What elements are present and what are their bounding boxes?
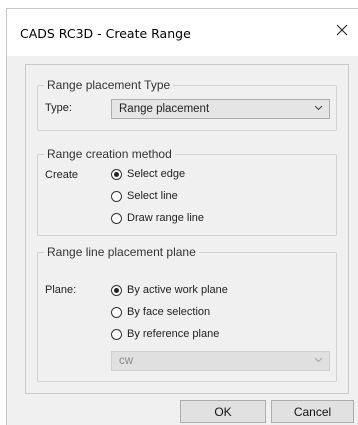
chevron-down-icon bbox=[314, 105, 323, 111]
creation-method-legend: Range creation method bbox=[44, 147, 175, 161]
radio-circle bbox=[111, 284, 122, 296]
radio-reference-plane[interactable]: By reference plane bbox=[111, 328, 219, 340]
radio-selected-dot bbox=[114, 171, 119, 177]
create-label: Create bbox=[45, 169, 79, 181]
close-button[interactable] bbox=[326, 17, 358, 43]
radio-circle bbox=[111, 168, 122, 180]
main-panel: Range placement Type Type: Range placeme… bbox=[25, 64, 349, 394]
placement-type-group: Range placement Type Type: Range placeme… bbox=[37, 78, 337, 131]
radio-selected-dot bbox=[114, 287, 119, 293]
radio-label: Draw range line bbox=[127, 212, 205, 224]
radio-circle bbox=[111, 212, 122, 224]
create-range-dialog: CADS RC3D - Create Range Range placement… bbox=[6, 8, 358, 425]
radio-label: Select line bbox=[127, 190, 178, 202]
radio-select-edge[interactable]: Select edge bbox=[111, 168, 185, 180]
radio-active-work-plane[interactable]: By active work plane bbox=[111, 284, 228, 296]
radio-circle bbox=[111, 328, 122, 340]
radio-face-selection[interactable]: By face selection bbox=[111, 306, 210, 318]
radio-label: Select edge bbox=[127, 168, 186, 180]
radio-draw-range-line[interactable]: Draw range line bbox=[111, 212, 204, 224]
radio-circle bbox=[111, 190, 122, 202]
radio-label: By active work plane bbox=[127, 284, 228, 296]
title-bar: CADS RC3D - Create Range bbox=[7, 9, 358, 56]
chevron-down-icon bbox=[314, 357, 323, 363]
ok-button[interactable]: OK bbox=[180, 400, 266, 423]
cancel-button[interactable]: Cancel bbox=[271, 400, 354, 423]
reference-plane-select[interactable]: cw bbox=[111, 351, 330, 371]
type-label: Type: bbox=[45, 102, 72, 114]
radio-label: By face selection bbox=[127, 306, 211, 318]
type-select-value: Range placement bbox=[119, 103, 210, 115]
placement-type-legend: Range placement Type bbox=[44, 78, 174, 92]
creation-method-group: Range creation method Create Select edge… bbox=[37, 147, 337, 236]
radio-label: By reference plane bbox=[127, 328, 220, 340]
placement-plane-group: Range line placement plane Plane: By act… bbox=[37, 245, 337, 382]
window-title: CADS RC3D - Create Range bbox=[20, 26, 191, 41]
plane-label: Plane: bbox=[45, 284, 77, 296]
radio-circle bbox=[111, 306, 122, 318]
placement-plane-legend: Range line placement plane bbox=[44, 245, 199, 259]
close-icon bbox=[336, 24, 348, 36]
reference-plane-value: cw bbox=[119, 355, 134, 367]
radio-select-line[interactable]: Select line bbox=[111, 190, 178, 202]
type-select[interactable]: Range placement bbox=[111, 99, 330, 119]
